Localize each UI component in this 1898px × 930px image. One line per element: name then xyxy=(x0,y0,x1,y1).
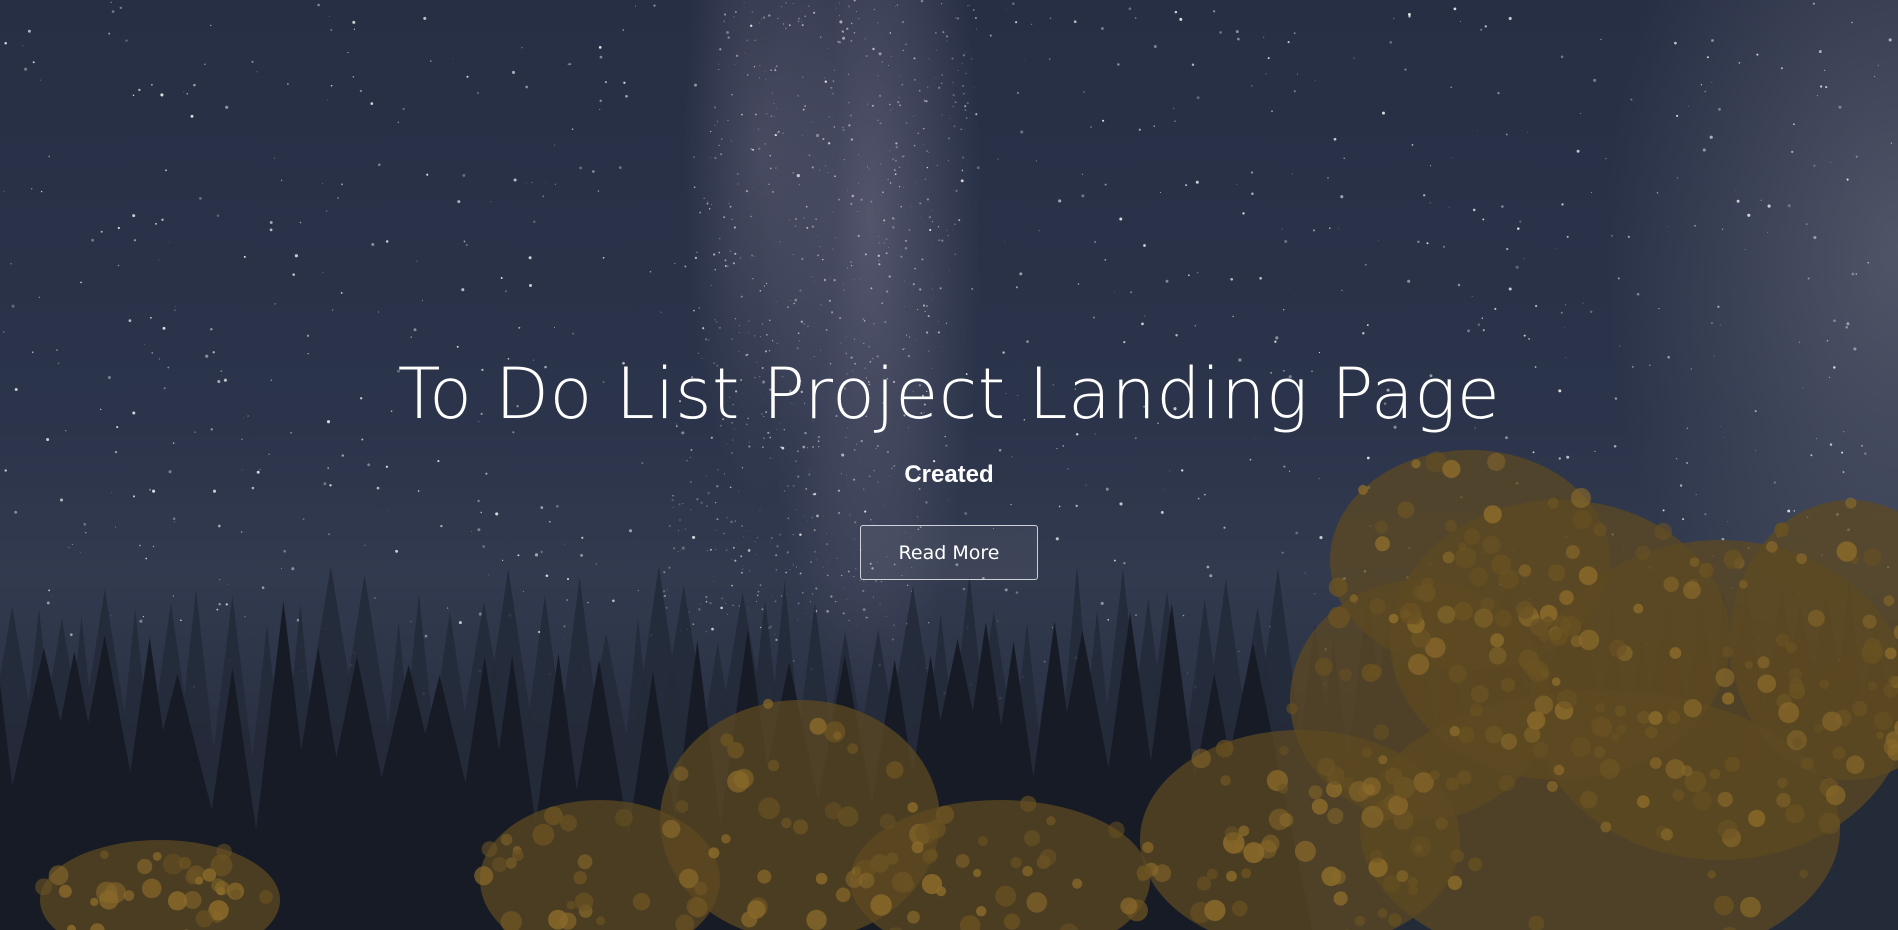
read-more-button[interactable]: Read More xyxy=(860,525,1038,580)
page-title: To Do List Project Landing Page xyxy=(397,353,1501,435)
hero-subtitle: Created xyxy=(904,461,994,488)
hero-content: To Do List Project Landing Page Created … xyxy=(0,0,1898,930)
hero-section: To Do List Project Landing Page Created … xyxy=(0,0,1898,930)
